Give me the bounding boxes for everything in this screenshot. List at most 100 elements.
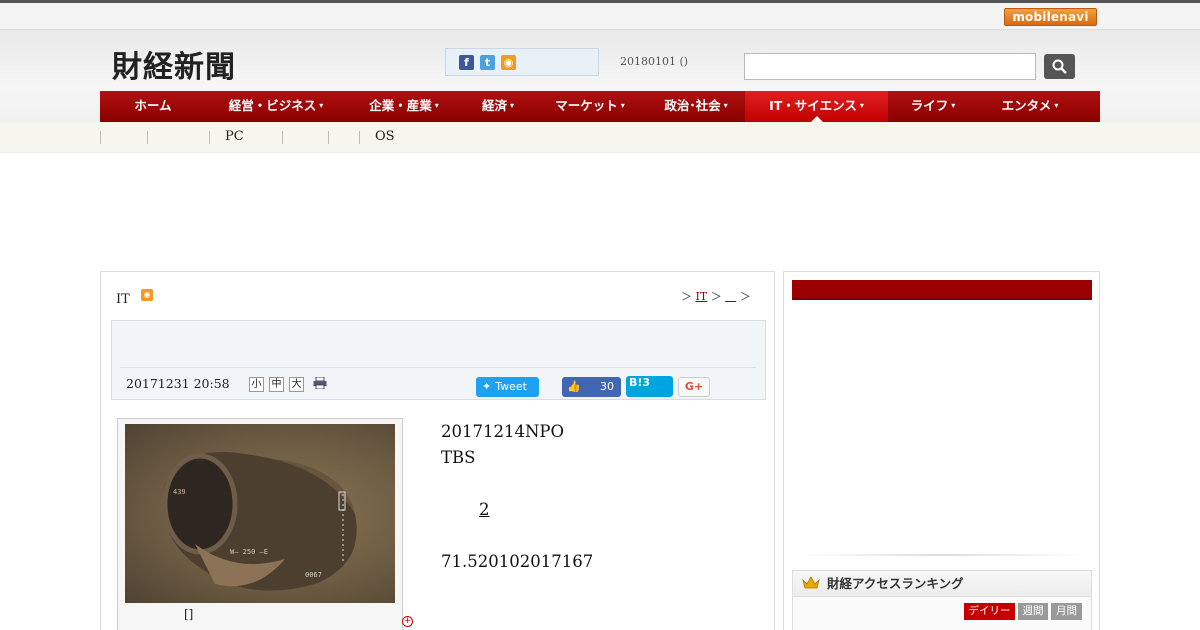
nav-entertainment[interactable]: エンタメ ▾ <box>978 91 1082 122</box>
header-date: 20180101 () <box>620 55 689 68</box>
ranking-title-text: 財経アクセスランキング <box>827 576 964 591</box>
nav-label: ホーム <box>134 98 172 113</box>
nav-label: 政治･社会 <box>664 98 721 113</box>
caret-down-icon: ▾ <box>1054 101 1059 110</box>
caret-down-icon: ▾ <box>951 101 956 110</box>
rss-icon[interactable]: ◉ <box>141 289 153 301</box>
zoom-icon[interactable]: + <box>402 616 413 627</box>
subnav-item-pc[interactable]: PC <box>225 129 244 144</box>
caret-down-icon: ▾ <box>723 101 728 110</box>
ranking-tab-monthly[interactable]: 月間 <box>1051 603 1082 620</box>
social-links: f t ◉ <box>445 48 599 76</box>
nav-home[interactable]: ホーム <box>100 91 206 122</box>
nav-label: マーケット <box>555 98 618 113</box>
body-spacer <box>441 523 593 549</box>
photo-caption[interactable]: [] <box>184 607 193 621</box>
access-ranking: 財経アクセスランキング デイリー 週間 月間 <box>792 570 1092 630</box>
mobilenavi-banner[interactable]: mobilenavi <box>1004 8 1097 26</box>
svg-text:0067: 0067 <box>305 571 322 579</box>
nav-it-science[interactable]: IT・サイエンス ▾ <box>745 91 888 122</box>
font-size-large-button[interactable]: 大 <box>289 377 304 392</box>
svg-text:439: 439 <box>173 488 186 496</box>
body-line: 20171214NPO <box>441 422 565 441</box>
nav-label: 経済 <box>481 98 507 113</box>
breadcrumb-link[interactable] <box>725 290 736 303</box>
sunken-pot-image: 439 W— 250 —E 0067 <box>162 452 357 591</box>
twitter-icon[interactable]: t <box>480 55 495 70</box>
svg-text:W— 250 —E: W— 250 —E <box>230 548 268 556</box>
top-bar: mobilenavi <box>0 3 1200 30</box>
nav-business[interactable]: 経営・ビジネス ▾ <box>206 91 346 122</box>
nav-economy[interactable]: 経済 ▾ <box>462 91 534 122</box>
title-divider <box>120 367 756 368</box>
tweet-button[interactable]: ✦ Tweet <box>476 377 539 397</box>
subnav-item-os[interactable]: OS <box>375 129 395 144</box>
article-body: 20171214NPO TBS 2 71.520102017167 <box>441 419 593 575</box>
sub-nav: PC OS <box>0 122 1200 153</box>
subnav-divider <box>209 131 210 144</box>
print-icon[interactable] <box>313 377 327 389</box>
hatena-bookmark-button[interactable]: B!3 <box>626 376 673 397</box>
site-logo[interactable]: 財経新聞 <box>112 42 236 86</box>
mobilenavi-label-2: navi <box>1059 10 1089 24</box>
rss-icon[interactable]: ◉ <box>501 55 516 70</box>
caret-down-icon: ▾ <box>319 101 324 110</box>
twitter-icon: ✦ <box>482 380 492 393</box>
nav-label: エンタメ <box>1001 98 1052 113</box>
font-size-medium-button[interactable]: 中 <box>269 377 284 392</box>
breadcrumb-separator: ＞ <box>681 290 692 303</box>
breadcrumb-separator: ＞ <box>710 290 722 303</box>
mobilenavi-label-1: mobile <box>1012 10 1060 24</box>
body-line: TBS <box>441 448 476 467</box>
nav-label: 経営・ビジネス <box>228 98 317 113</box>
nav-industry[interactable]: 企業・産業 ▾ <box>346 91 462 122</box>
body-line: 71.520102017167 <box>441 552 594 571</box>
body-link[interactable]: 2 <box>479 500 490 519</box>
search-input[interactable] <box>744 53 1036 80</box>
subnav-divider <box>328 131 329 144</box>
facebook-icon[interactable]: f <box>459 55 474 70</box>
caret-down-icon: ▾ <box>620 101 625 110</box>
subnav-divider <box>359 131 360 144</box>
sidebar-header-bar <box>792 280 1092 300</box>
breadcrumb-link-it[interactable]: IT <box>696 290 708 303</box>
nav-label: ライフ <box>910 98 949 113</box>
hatena-icon: B! <box>629 376 643 389</box>
tweet-label: Tweet <box>495 380 527 393</box>
body-line: 2 <box>441 497 593 523</box>
like-count: 30 <box>600 380 614 393</box>
nav-label: IT・サイエンス <box>769 98 857 113</box>
category-label: IT <box>116 292 130 307</box>
ranking-tab-daily[interactable]: デイリー <box>964 603 1015 620</box>
subnav-divider <box>282 131 283 144</box>
facebook-like-button[interactable]: 👍 30 <box>562 377 621 397</box>
main-nav: ホーム 経営・ビジネス ▾ 企業・産業 ▾ 経済 ▾ マーケット ▾ 政治･社会 ▾ IT… <box>100 91 1100 122</box>
breadcrumb: ＞ IT ＞ ＞ <box>681 288 751 304</box>
font-size-small-button[interactable]: 小 <box>249 377 264 392</box>
subnav-divider <box>100 131 101 144</box>
sidebar: 財経アクセスランキング デイリー 週間 月間 <box>783 271 1100 630</box>
nav-politics[interactable]: 政治･社会 ▾ <box>646 91 746 122</box>
nav-life[interactable]: ライフ ▾ <box>888 91 978 122</box>
sidebar-divider <box>798 554 1084 556</box>
nav-market[interactable]: マーケット ▾ <box>534 91 646 122</box>
article-panel: IT ◉ ＞ IT ＞ ＞ 20171231 20:58 小 中 大 ✦ Twee… <box>100 271 775 630</box>
caret-down-icon: ▾ <box>510 101 515 110</box>
breadcrumb-separator: ＞ <box>739 290 751 303</box>
crown-icon <box>802 576 820 589</box>
google-plus-button[interactable]: G+ <box>678 377 710 397</box>
nav-label: 企業・産業 <box>369 98 432 113</box>
subnav-divider <box>147 131 148 144</box>
thumbs-up-icon: 👍 <box>567 380 581 393</box>
ranking-tab-weekly[interactable]: 週間 <box>1018 603 1048 620</box>
hatena-count: 3 <box>642 376 651 389</box>
published-date: 20171231 20:58 <box>126 376 230 391</box>
search-button[interactable] <box>1044 54 1075 79</box>
caret-down-icon: ▾ <box>434 101 439 110</box>
ranking-title: 財経アクセスランキング <box>793 571 1091 597</box>
body-spacer <box>441 471 593 497</box>
article-title-box: 20171231 20:58 小 中 大 ✦ Tweet 👍 30 B!3 G+ <box>111 320 766 400</box>
article-photo-frame: 439 W— 250 —E 0067 [] <box>117 418 403 630</box>
article-photo[interactable]: 439 W— 250 —E 0067 <box>125 424 395 603</box>
caret-down-icon: ▾ <box>859 101 864 110</box>
